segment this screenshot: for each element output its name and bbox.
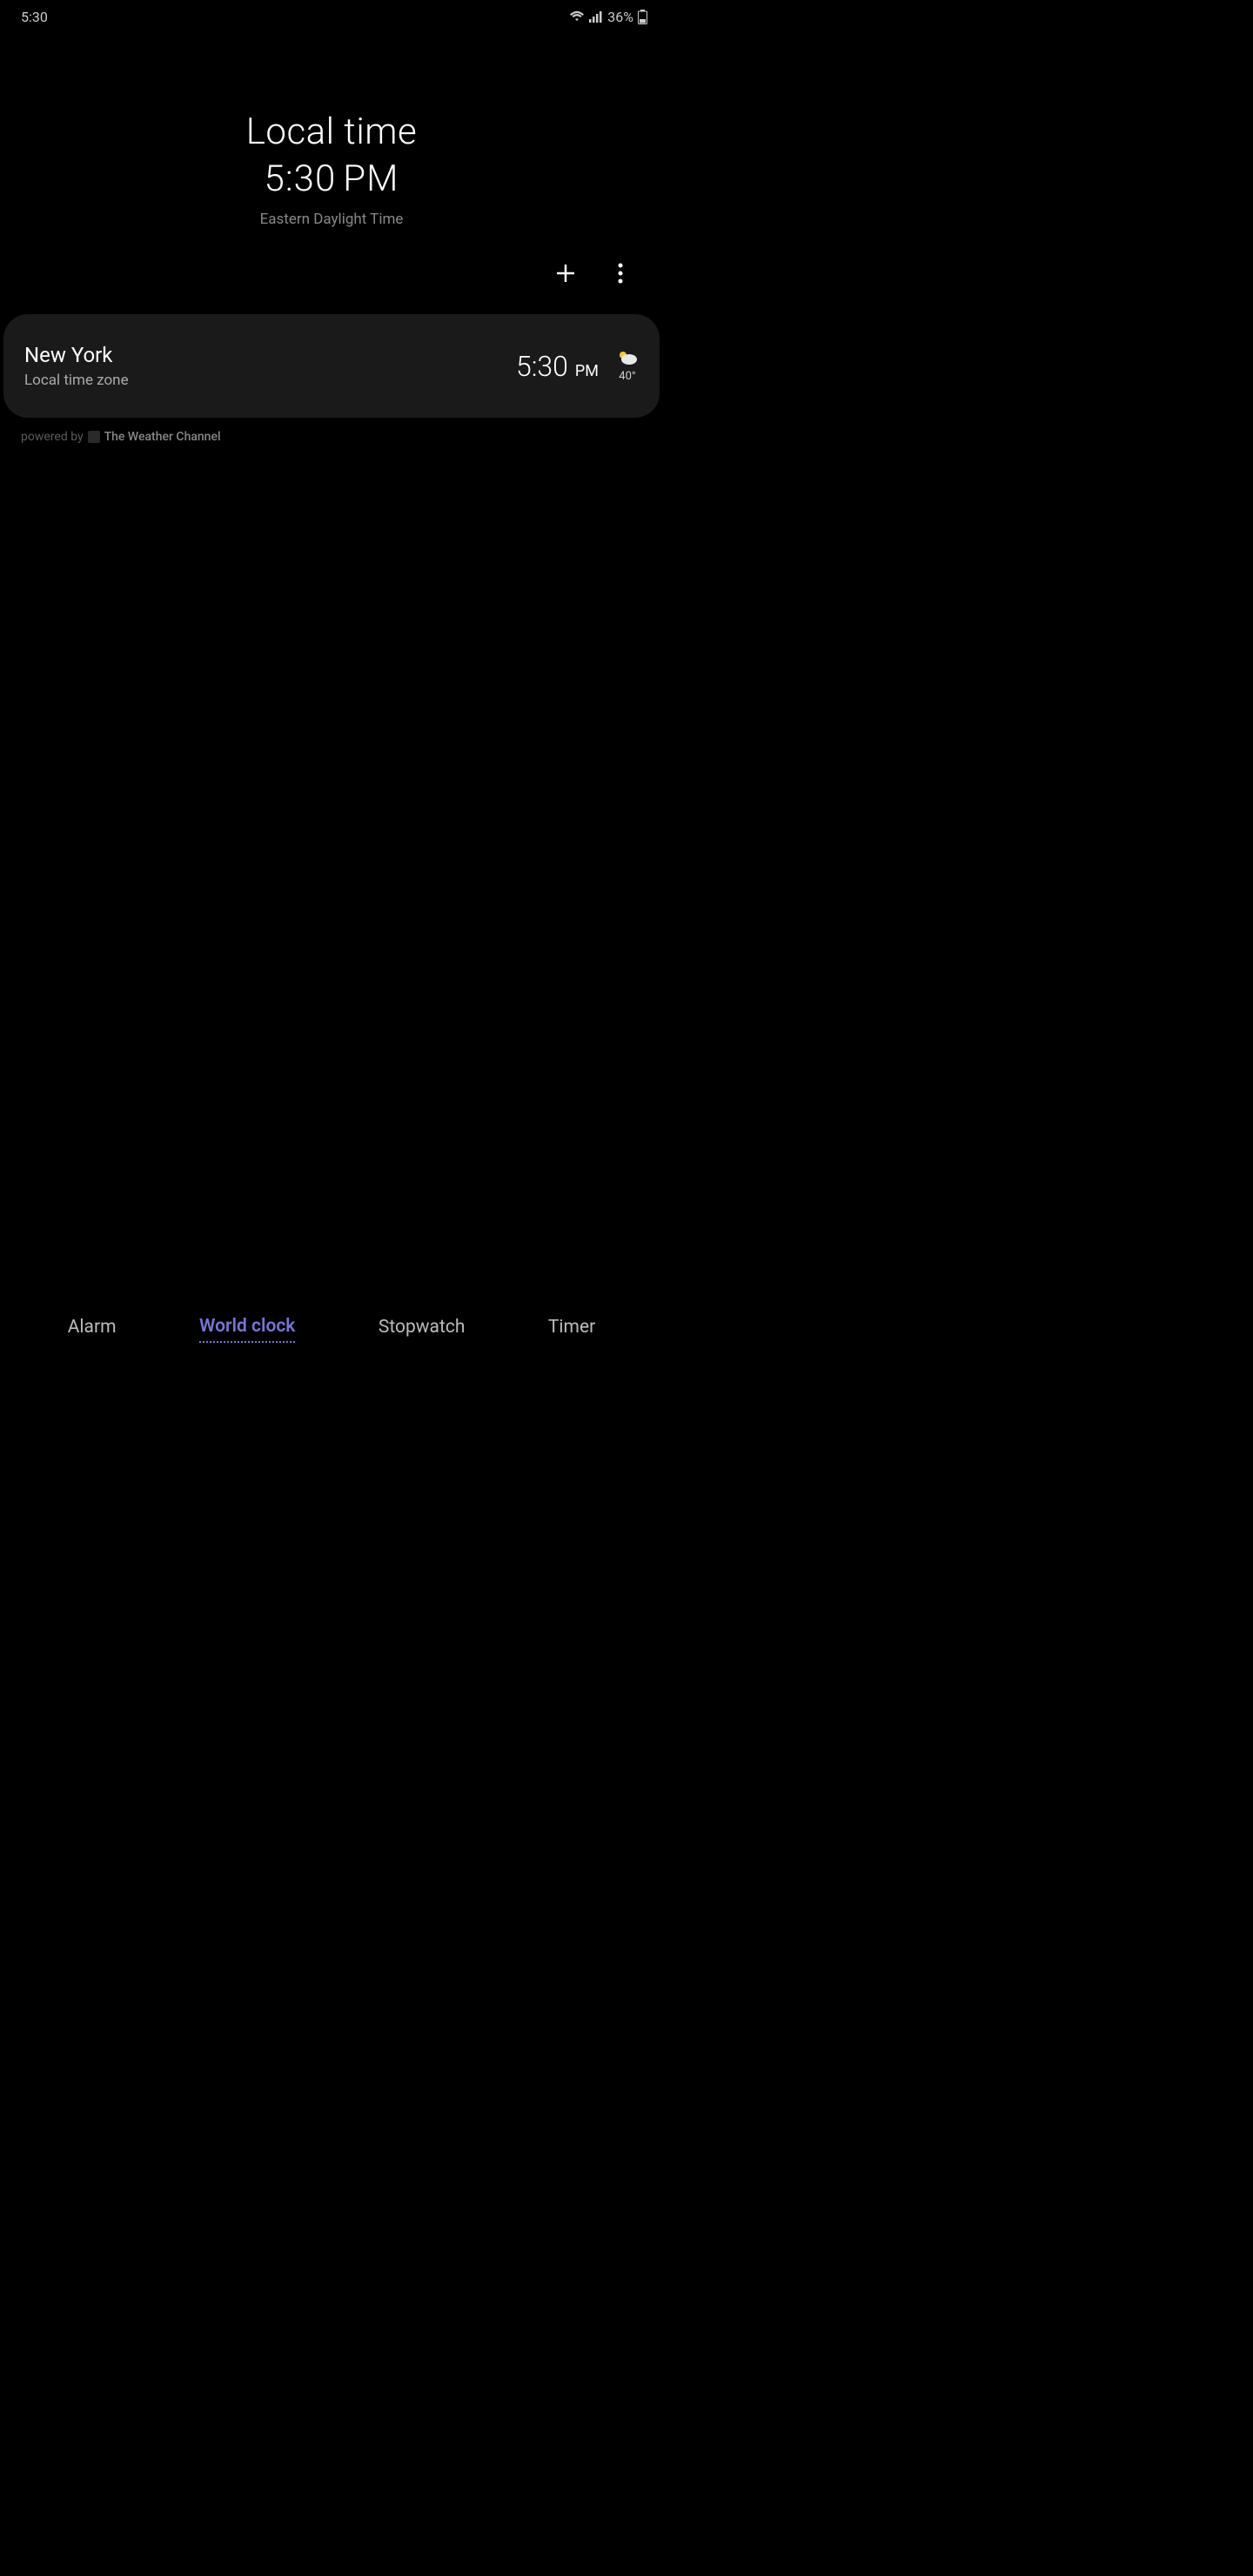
- tab-alarm[interactable]: Alarm: [68, 1312, 117, 1342]
- status-time: 5:30: [21, 9, 48, 25]
- city-time-ampm: PM: [575, 362, 599, 380]
- battery-icon: [638, 10, 647, 24]
- signal-icon: [589, 10, 603, 23]
- header-timezone: Eastern Daylight Time: [0, 211, 663, 228]
- add-city-button[interactable]: [553, 261, 578, 285]
- attribution-prefix: powered by: [21, 430, 84, 444]
- city-name: New York: [24, 343, 129, 367]
- local-time-header: Local time 5:30PM Eastern Daylight Time: [0, 28, 663, 228]
- bottom-navigation: Alarm World clock Stopwatch Timer: [0, 1294, 663, 1364]
- city-time: 5:30 PM: [516, 350, 599, 383]
- action-buttons: [0, 228, 663, 285]
- header-time-value: 5:30: [265, 158, 337, 200]
- tab-stopwatch[interactable]: Stopwatch: [379, 1312, 466, 1342]
- more-options-button[interactable]: [608, 261, 633, 285]
- status-bar: 5:30 36%: [0, 0, 663, 28]
- weather-temp: 40°: [619, 370, 635, 383]
- tab-timer[interactable]: Timer: [548, 1312, 595, 1342]
- city-subtitle: Local time zone: [24, 372, 129, 389]
- weather-channel-logo-icon: [88, 431, 100, 443]
- attribution-brand: The Weather Channel: [104, 430, 221, 444]
- header-time-ampm: PM: [343, 158, 399, 200]
- wifi-icon: [569, 10, 585, 23]
- header-title: Local time: [0, 111, 663, 153]
- weather-attribution: powered by The Weather Channel: [0, 418, 663, 444]
- weather: 40°: [616, 350, 639, 383]
- city-card[interactable]: New York Local time zone 5:30 PM 40°: [3, 314, 660, 418]
- header-time: 5:30PM: [0, 158, 663, 200]
- partly-cloudy-icon: [616, 350, 639, 367]
- status-indicators: 36%: [569, 9, 647, 25]
- tab-world-clock[interactable]: World clock: [199, 1311, 295, 1343]
- battery-percent: 36%: [607, 9, 633, 25]
- city-info: New York Local time zone: [24, 343, 129, 389]
- city-time-value: 5:30: [516, 350, 568, 383]
- city-details: 5:30 PM 40°: [516, 350, 639, 383]
